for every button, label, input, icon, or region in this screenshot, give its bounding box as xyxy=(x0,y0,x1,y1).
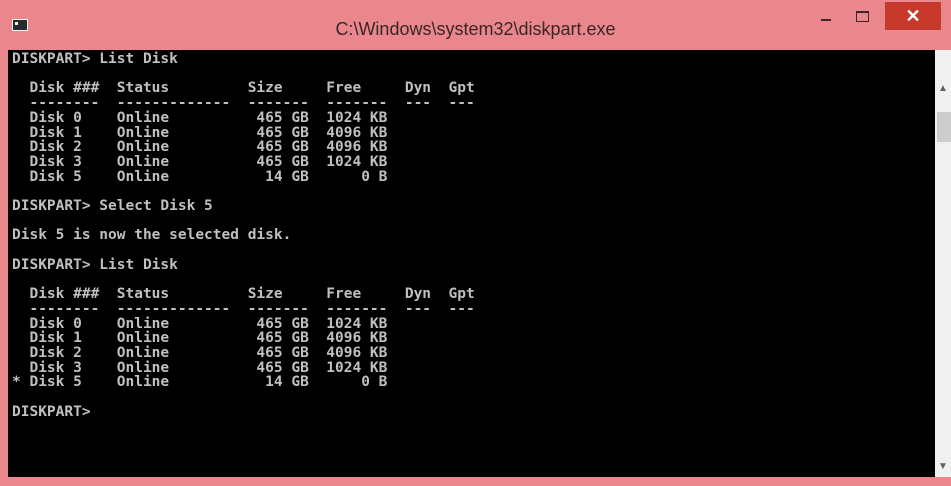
console-window: C:\Windows\system32\diskpart.exe ✕ DISKP… xyxy=(0,0,951,486)
maximize-icon xyxy=(855,10,869,22)
maximize-button[interactable] xyxy=(846,0,878,32)
console-line: DISKPART> Select Disk 5 xyxy=(12,198,213,215)
window-title: C:\Windows\system32\diskpart.exe xyxy=(335,19,616,39)
console-line: Disk 3 Online 465 GB 1024 KB xyxy=(12,153,388,170)
title-bar[interactable]: C:\Windows\system32\diskpart.exe ✕ xyxy=(0,0,951,50)
minimize-icon xyxy=(821,19,831,21)
console-line: Disk 5 Online 14 GB 0 B xyxy=(12,168,388,185)
console-line: DISKPART> xyxy=(12,403,100,420)
console-line: Disk 5 is now the selected disk. xyxy=(12,227,292,244)
close-icon: ✕ xyxy=(905,5,921,26)
console-line: Disk 2 Online 465 GB 4096 KB xyxy=(12,345,388,362)
console-text: DISKPART> List Disk Disk ### Status Size… xyxy=(8,50,935,420)
minimize-button[interactable] xyxy=(810,0,842,32)
console-line: Disk ### Status Size Free Dyn Gpt xyxy=(12,286,475,303)
console-line: Disk 2 Online 465 GB 4096 KB xyxy=(12,139,388,156)
close-button[interactable]: ✕ xyxy=(885,2,941,30)
scroll-up-arrow-icon[interactable]: ▲ xyxy=(935,80,951,97)
console-line: Disk 3 Online 465 GB 1024 KB xyxy=(12,359,388,376)
console-line: * Disk 5 Online 14 GB 0 B xyxy=(12,374,388,391)
console-line: Disk 0 Online 465 GB 1024 KB xyxy=(12,315,388,332)
console-line: Disk 1 Online 465 GB 4096 KB xyxy=(12,124,388,141)
console-line: Disk 0 Online 465 GB 1024 KB xyxy=(12,109,388,126)
console-output[interactable]: DISKPART> List Disk Disk ### Status Size… xyxy=(8,50,935,477)
window-bottom-border xyxy=(0,477,951,486)
console-line: Disk 1 Online 465 GB 4096 KB xyxy=(12,330,388,347)
console-line: -------- ------------- ------- ------- -… xyxy=(12,95,475,112)
scrollbar-thumb[interactable] xyxy=(937,112,951,142)
console-line: Disk ### Status Size Free Dyn Gpt xyxy=(12,80,475,97)
console-line: DISKPART> List Disk xyxy=(12,256,178,273)
vertical-scrollbar[interactable]: ▲ ▼ xyxy=(935,50,951,477)
console-line: -------- ------------- ------- ------- -… xyxy=(12,300,475,317)
scroll-down-arrow-icon[interactable]: ▼ xyxy=(935,458,951,475)
console-line: DISKPART> List Disk xyxy=(12,51,178,67)
